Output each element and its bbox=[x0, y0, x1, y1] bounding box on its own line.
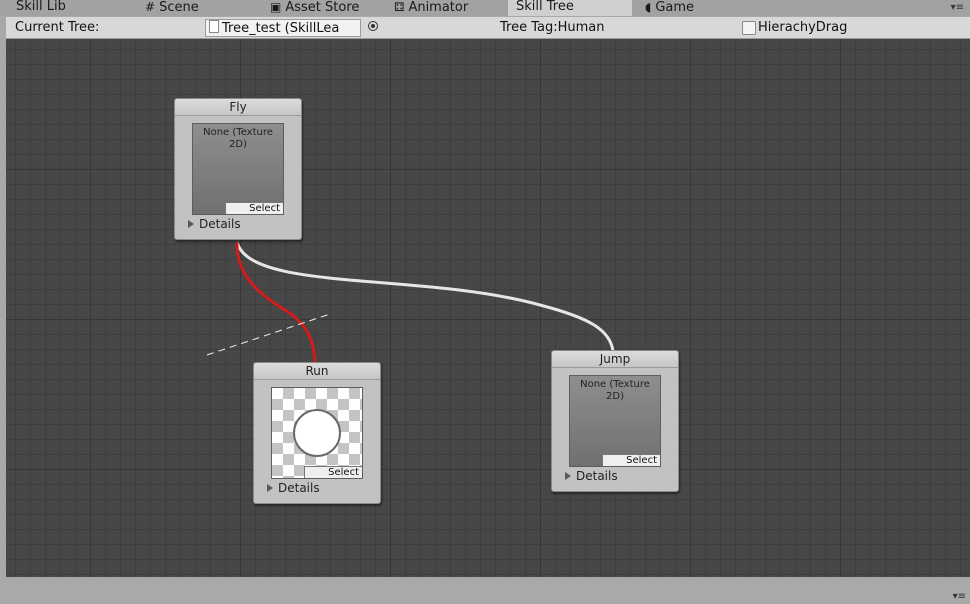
store-icon: ▣ bbox=[270, 0, 282, 14]
texture-field[interactable]: None (Texture 2D) Select bbox=[569, 375, 661, 467]
circle-sprite-icon bbox=[293, 409, 341, 457]
tab-label: Skill Lib bbox=[16, 0, 66, 14]
details-foldout[interactable]: Details bbox=[267, 481, 320, 495]
skill-node-run[interactable]: Run Select Details bbox=[253, 362, 381, 504]
details-foldout[interactable]: Details bbox=[188, 217, 241, 231]
node-title: Fly bbox=[175, 99, 301, 116]
details-label: Details bbox=[278, 481, 320, 495]
skill-node-jump[interactable]: Jump None (Texture 2D) Select Details bbox=[551, 350, 679, 492]
tab-skill-tree[interactable]: Skill Tree bbox=[508, 0, 632, 16]
texture-field[interactable]: None (Texture 2D) Select bbox=[192, 123, 284, 215]
tab-asset-store[interactable]: ▣ Asset Store bbox=[270, 0, 385, 16]
foldout-arrow-icon bbox=[188, 220, 194, 228]
texture-none-text: None (Texture 2D) bbox=[203, 127, 273, 150]
current-tree-label: Current Tree: bbox=[15, 20, 100, 35]
details-label: Details bbox=[199, 217, 241, 231]
skill-node-fly[interactable]: Fly None (Texture 2D) Select Details bbox=[174, 98, 302, 240]
foldout-arrow-icon bbox=[267, 484, 273, 492]
animator-icon: ⚃ bbox=[394, 0, 405, 14]
tree-field-value: Tree_test (SkillLea bbox=[222, 21, 340, 36]
hierarchy-drag-label: HierachyDrag bbox=[758, 20, 848, 35]
tab-label: Game bbox=[655, 0, 695, 15]
texture-field[interactable]: Select bbox=[271, 387, 363, 479]
tab-bar: Skill Lib # Scene ▣ Asset Store ⚃ Animator … bbox=[0, 0, 970, 16]
game-icon: ◖ bbox=[645, 0, 652, 14]
status-menu-icon[interactable]: ▾≡ bbox=[953, 591, 966, 602]
details-label: Details bbox=[576, 469, 618, 483]
tab-menu-icon[interactable]: ▾≡ bbox=[951, 2, 964, 13]
tab-game[interactable]: ◖ Game bbox=[645, 0, 755, 16]
foldout-arrow-icon bbox=[565, 472, 571, 480]
status-bar: ▾≡ bbox=[0, 578, 970, 604]
tree-object-field[interactable]: Tree_test (SkillLea bbox=[205, 19, 361, 37]
tab-label: Skill Tree bbox=[516, 0, 574, 14]
select-button[interactable]: Select bbox=[304, 466, 362, 478]
details-foldout[interactable]: Details bbox=[565, 469, 618, 483]
tab-label: Asset Store bbox=[285, 0, 360, 15]
toolbar: Current Tree: Tree_test (SkillLea Tree T… bbox=[6, 17, 970, 39]
grid-icon: # bbox=[145, 0, 156, 14]
node-title: Jump bbox=[552, 351, 678, 368]
hierarchy-drag-checkbox[interactable] bbox=[742, 21, 756, 35]
tab-skill-lib[interactable]: Skill Lib bbox=[16, 0, 136, 16]
document-icon bbox=[209, 20, 219, 33]
node-canvas[interactable] bbox=[6, 39, 970, 577]
texture-none-text: None (Texture 2D) bbox=[580, 379, 650, 402]
tab-scene[interactable]: # Scene bbox=[145, 0, 265, 16]
tree-tag-label: Tree Tag:Human bbox=[500, 20, 605, 35]
node-title: Run bbox=[254, 363, 380, 380]
tab-animator[interactable]: ⚃ Animator bbox=[394, 0, 504, 16]
tab-label: Animator bbox=[408, 0, 469, 15]
tab-label: Scene bbox=[159, 0, 199, 15]
select-button[interactable]: Select bbox=[225, 202, 283, 214]
object-picker-icon[interactable] bbox=[368, 21, 378, 31]
select-button[interactable]: Select bbox=[602, 454, 660, 466]
